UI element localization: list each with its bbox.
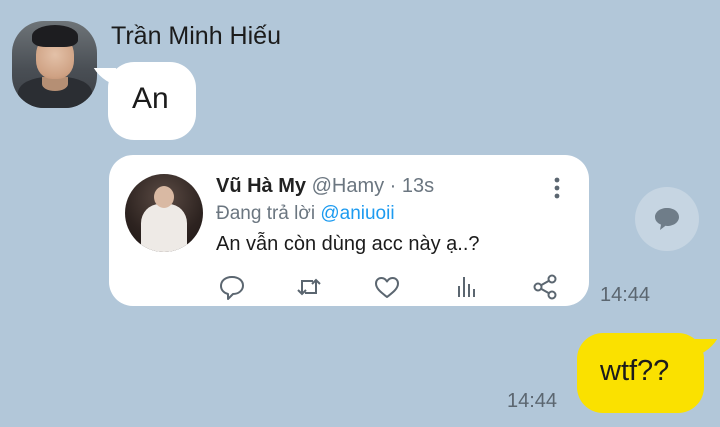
share-icon[interactable] (530, 272, 560, 302)
tweet-author-name[interactable]: Vũ Hà My (216, 175, 306, 197)
outgoing-message-bubble[interactable]: wtf?? (577, 333, 704, 413)
reply-icon[interactable] (217, 272, 247, 302)
incoming-message-text: An (132, 82, 169, 115)
tweet-reply-context: Đang trả lời @aniuoii (216, 203, 395, 225)
tweet-avatar-dress (141, 204, 187, 252)
outgoing-timestamp: 14:44 (507, 390, 558, 412)
stats-icon[interactable] (452, 272, 482, 302)
sender-name: Trần Minh Hiếu (111, 22, 281, 50)
tweet-avatar-head (154, 186, 174, 208)
tweet-author-line: Vũ Hà My @Hamy · 13s (216, 175, 434, 198)
incoming-message-bubble[interactable]: An (108, 62, 196, 140)
avatar-neck (42, 77, 68, 91)
avatar-hair (32, 25, 78, 47)
more-options-icon[interactable] (553, 177, 561, 199)
chat-screen: Trần Minh Hiếu An Vũ Hà My @Hamy · 13s Đ… (0, 0, 720, 427)
tweet-body-text: An vẫn còn dùng acc này ạ..? (216, 233, 480, 255)
retweet-icon[interactable] (294, 272, 324, 302)
forward-button[interactable] (635, 187, 699, 251)
speech-bubble-icon (655, 208, 679, 230)
tweet-author-handle: @Hamy · 13s (311, 175, 435, 197)
shared-tweet-card[interactable]: Vũ Hà My @Hamy · 13s Đang trả lời @aniuo… (109, 155, 589, 306)
outgoing-message-text: wtf?? (600, 355, 670, 387)
contact-avatar[interactable] (12, 21, 97, 108)
tweet-timestamp: 14:44 (600, 284, 651, 306)
tweet-reply-mention[interactable]: @aniuoii (320, 203, 394, 224)
like-icon[interactable] (372, 272, 402, 302)
tweet-author-avatar[interactable] (125, 174, 203, 252)
tweet-reply-prefix: Đang trả lời (216, 203, 316, 224)
tweet-action-bar (214, 272, 564, 302)
